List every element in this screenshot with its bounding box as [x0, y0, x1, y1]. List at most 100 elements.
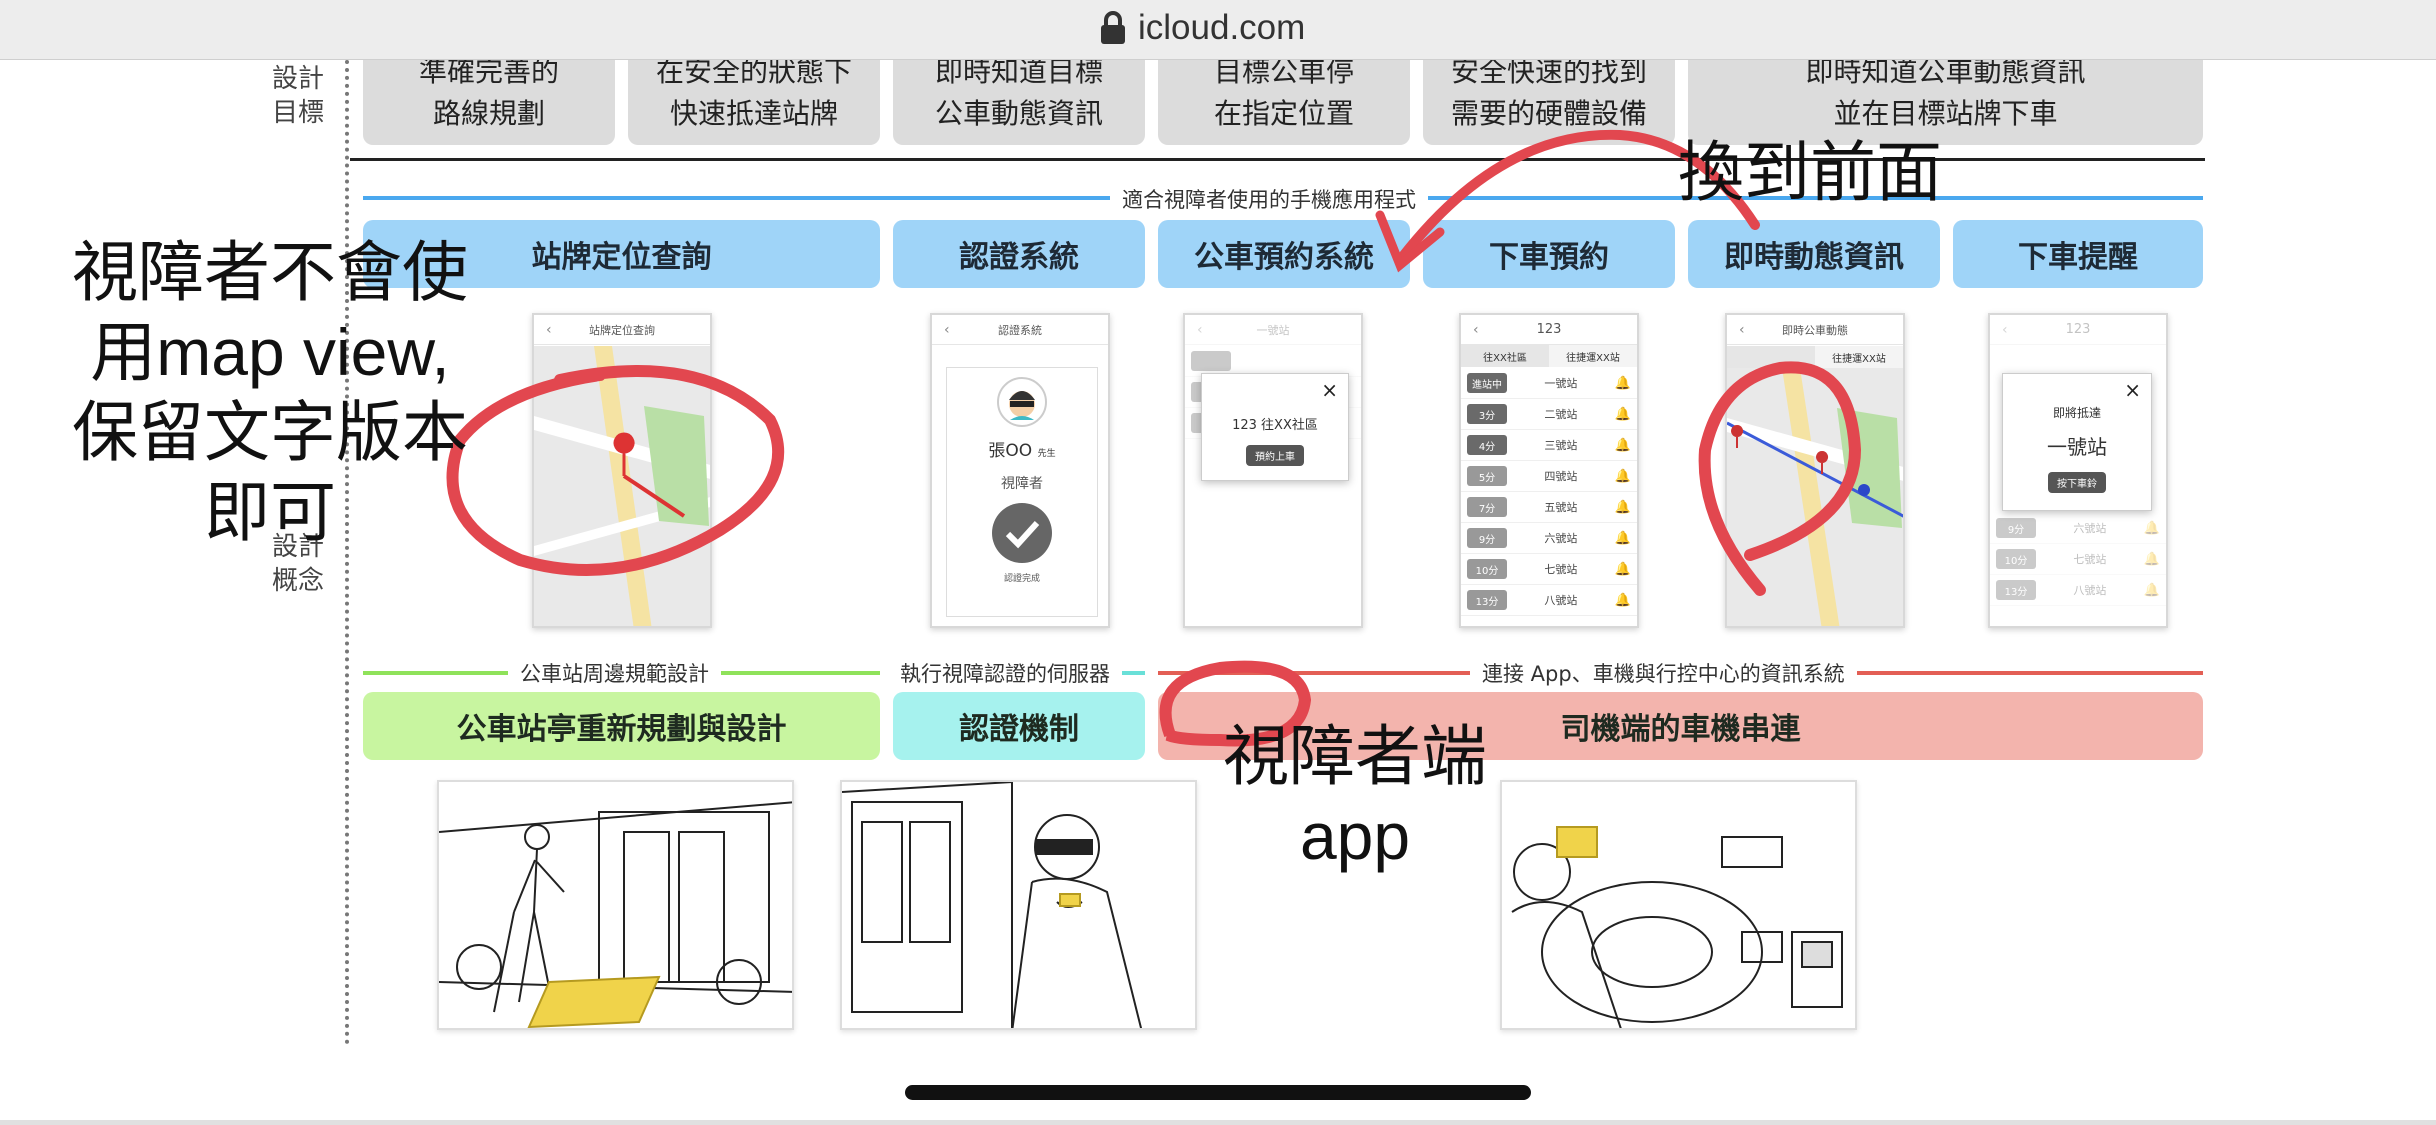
list-item[interactable]: 13分 八號站 🔔 — [1461, 585, 1637, 616]
list-item: 9分 六號站 🔔 — [1990, 513, 2166, 544]
reserve-route: 123 往XX社區 — [1232, 418, 1318, 433]
link-section-title: 連接 App、車機與行控中心的資訊系統 — [1470, 658, 1857, 688]
feature-bus-reserve[interactable]: 公車預約系統 — [1158, 220, 1410, 288]
phone-title: 站牌定位查詢 — [589, 323, 655, 337]
bottom-edge — [0, 1120, 2436, 1125]
phone-alight-reserve: ‹ 123 往XX社區 往捷運XX站 進站中 一號站 🔔 3分 二號站 🔔 4分 三號站 🔔 … — [1459, 313, 1639, 628]
bell-icon[interactable]: 🔔 — [1615, 562, 1631, 577]
phone-header: ‹ 認證系統 — [932, 315, 1108, 345]
tab-direction-1[interactable]: 往XX社區 — [1461, 345, 1549, 367]
list-item[interactable]: 5分 四號站 🔔 — [1461, 461, 1637, 492]
auth-card: 張OO 先生 視障者 認證完成 — [946, 367, 1098, 617]
phone-realtime: ‹ 即時公車動態 往捷運XX站 — [1725, 313, 1905, 628]
phone-header: ‹ 123 — [1990, 315, 2166, 345]
stop-list: 9分 六號站 🔔 10分 七號站 🔔 13分 八號站 🔔 — [1990, 513, 2166, 606]
list-item[interactable]: 9分 六號站 🔔 — [1461, 523, 1637, 554]
remind-modal: × 即將抵達 一號站 按下車鈴 — [2002, 373, 2152, 511]
close-icon[interactable]: × — [1321, 378, 1338, 402]
close-icon[interactable]: × — [2124, 378, 2141, 402]
user-honorific: 先生 — [1037, 449, 1056, 459]
phone-header: ‹ 123 — [1461, 315, 1637, 345]
stop-name: 四號站 — [1544, 470, 1578, 483]
remind-title: 即將抵達 — [2052, 406, 2101, 420]
illustration-blind-user-phone — [840, 780, 1197, 1030]
goal-card-4: 目標公車停 在指定位置 — [1158, 60, 1410, 145]
phone-header: ‹ 站牌定位查詢 — [534, 315, 710, 345]
feature-alight-remind[interactable]: 下車提醒 — [1953, 220, 2203, 288]
lock-icon — [1101, 11, 1125, 44]
bus-driver-illustration — [1511, 826, 1843, 1028]
phone-stop-locate: ‹ 站牌定位查詢 — [532, 313, 712, 628]
server-section-title: 執行視障認證的伺服器 — [888, 658, 1122, 688]
stop-name: 七號站 — [1544, 563, 1578, 576]
illustration-blind-user-bus-stop — [437, 780, 794, 1030]
direction-tabs: 往XX社區 往捷運XX站 — [1461, 345, 1637, 367]
list-item[interactable]: 3分 二號站 🔔 — [1461, 399, 1637, 430]
stop-name: 五號站 — [1544, 501, 1578, 514]
list-item: 10分 七號站 🔔 — [1990, 544, 2166, 575]
browser-url-bar: icloud.com — [0, 0, 2436, 60]
feature-realtime-info[interactable]: 即時動態資訊 — [1688, 220, 1940, 288]
bell-icon[interactable]: 🔔 — [1615, 376, 1631, 391]
tab-direction-2[interactable]: 往捷運XX站 — [1815, 346, 1903, 368]
checkmark-icon — [992, 503, 1052, 563]
reserve-modal: × 123 往XX社區 預約上車 — [1201, 373, 1349, 481]
list-item[interactable]: 7分 五號站 🔔 — [1461, 492, 1637, 523]
eta-badge: 3分 — [1467, 404, 1507, 424]
bell-icon[interactable]: 🔔 — [1615, 593, 1631, 608]
annotation-user-app: 視障者端 app — [1223, 719, 1487, 873]
back-icon[interactable]: ‹ — [1197, 322, 1203, 338]
eta-badge: 10分 — [1467, 559, 1507, 579]
back-icon[interactable]: ‹ — [546, 322, 552, 338]
phone-header: ‹ 即時公車動態 — [1727, 315, 1903, 345]
eta-badge: 5分 — [1467, 466, 1507, 486]
phone-reserve: ‹ 一號站 × 123 往XX社區 預約上車 — [1183, 313, 1363, 628]
goal-card-1: 準確完善的 路線規劃 — [363, 60, 615, 145]
feature-alight-reserve[interactable]: 下車預約 — [1423, 220, 1675, 288]
auth-status: 認證完成 — [1003, 574, 1040, 584]
home-indicator[interactable] — [905, 1085, 1531, 1100]
back-icon[interactable]: ‹ — [944, 322, 950, 338]
list-item: 13分 八號站 🔔 — [1990, 575, 2166, 606]
bell-icon[interactable]: 🔔 — [1615, 469, 1631, 484]
address-field[interactable]: icloud.com — [1100, 8, 1400, 48]
goal-card-3: 即時知道目標 公車動態資訊 — [893, 60, 1145, 145]
app-section-title: 適合視障者使用的手機應用程式 — [1110, 184, 1428, 214]
eta-badge: 13分 — [1467, 590, 1507, 610]
phone-title: 123 — [2065, 322, 2091, 337]
remind-stop: 一號站 — [2047, 435, 2107, 459]
direction-tabs: 往捷運XX站 — [1727, 346, 1903, 368]
phone-title: 123 — [1536, 322, 1562, 337]
user-role: 視障者 — [1001, 476, 1043, 492]
feature-auth-system[interactable]: 認證系統 — [893, 220, 1145, 288]
eta-badge: 9分 — [1467, 528, 1507, 548]
goal-card-5: 安全快速的找到 需要的硬體設備 — [1423, 60, 1675, 145]
phone-auth: ‹ 認證系統 張OO 先生 視障者 認證完成 — [930, 313, 1110, 628]
back-icon[interactable]: ‹ — [2002, 322, 2008, 338]
phone-title: 認證系統 — [998, 323, 1042, 337]
list-item[interactable]: 10分 七號站 🔔 — [1461, 554, 1637, 585]
bell-icon[interactable]: 🔔 — [1615, 438, 1631, 453]
system-bus-stop-redesign: 公車站亭重新規劃與設計 — [363, 692, 880, 760]
phone-header: ‹ 一號站 — [1185, 315, 1361, 345]
back-icon[interactable]: ‹ — [1473, 322, 1479, 338]
reserve-boarding-button[interactable]: 預約上車 — [1246, 445, 1304, 466]
back-icon[interactable]: ‹ — [1739, 322, 1745, 338]
url-text: icloud.com — [1138, 8, 1306, 47]
goals-side-label: 設計 目標 — [271, 64, 324, 128]
bell-icon: 🔔 — [2143, 551, 2160, 567]
user-name: 張OO — [988, 441, 1033, 461]
bus-stop-illustration — [439, 801, 792, 1028]
tab-direction-2[interactable]: 往捷運XX站 — [1549, 345, 1637, 367]
eta-badge: 進站中 — [1467, 373, 1507, 393]
list-item[interactable]: 進站中 一號站 🔔 — [1461, 368, 1637, 399]
illustration-bus-driver — [1500, 780, 1857, 1030]
phone-title: 一號站 — [1256, 323, 1290, 337]
press-bell-button[interactable]: 按下車鈴 — [2048, 472, 2106, 493]
bell-icon[interactable]: 🔔 — [1615, 407, 1631, 422]
eta-badge: 4分 — [1467, 435, 1507, 455]
bell-icon[interactable]: 🔔 — [1615, 500, 1631, 515]
bell-icon[interactable]: 🔔 — [1615, 531, 1631, 546]
goal-card-2: 在安全的狀態下 快速抵達站牌 — [628, 60, 880, 145]
list-item[interactable]: 4分 三號站 🔔 — [1461, 430, 1637, 461]
